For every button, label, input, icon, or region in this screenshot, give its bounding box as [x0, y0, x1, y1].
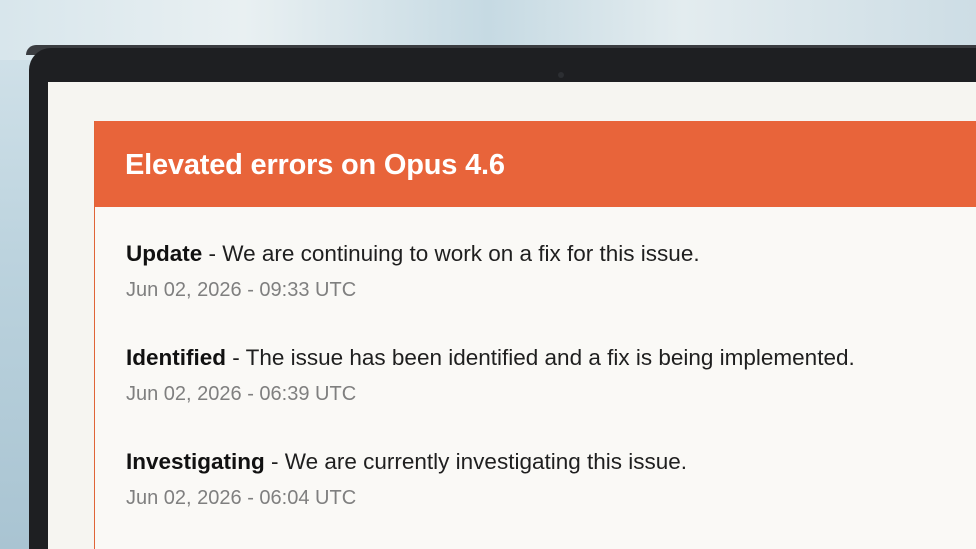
update-status: Investigating	[126, 449, 265, 474]
update-line: Update - We are continuing to work on a …	[126, 241, 700, 267]
update-timestamp: Jun 02, 2026 - 06:04 UTC	[126, 487, 357, 509]
update-separator: -	[226, 345, 246, 370]
update-separator: -	[264, 449, 285, 474]
update-status: Update	[126, 241, 203, 266]
update-status: Identified	[126, 345, 226, 370]
incident-update-entry: Identified - The issue has been identifi…	[126, 345, 855, 406]
update-message: We are continuing to work on a fix for t…	[222, 241, 700, 266]
incident-update-entry: Update - We are continuing to work on a …	[126, 241, 700, 302]
update-timestamp: Jun 02, 2026 - 09:33 UTC	[126, 279, 357, 301]
update-line: Identified - The issue has been identifi…	[126, 345, 855, 371]
update-message: The issue has been identified and a fix …	[245, 345, 855, 370]
incident-title: Elevated errors on Opus 4.6	[125, 149, 505, 181]
update-line: Investigating - We are currently investi…	[126, 449, 687, 475]
update-separator: -	[202, 241, 223, 266]
incident-card: Elevated errors on Opus 4.6 Update - We …	[94, 121, 976, 549]
incident-header: Elevated errors on Opus 4.6	[95, 121, 976, 207]
update-message: We are currently investigating this issu…	[284, 449, 688, 474]
update-timestamp: Jun 02, 2026 - 06:39 UTC	[126, 383, 357, 405]
incident-update-entry: Investigating - We are currently investi…	[126, 449, 687, 510]
webcam-icon	[558, 72, 564, 78]
